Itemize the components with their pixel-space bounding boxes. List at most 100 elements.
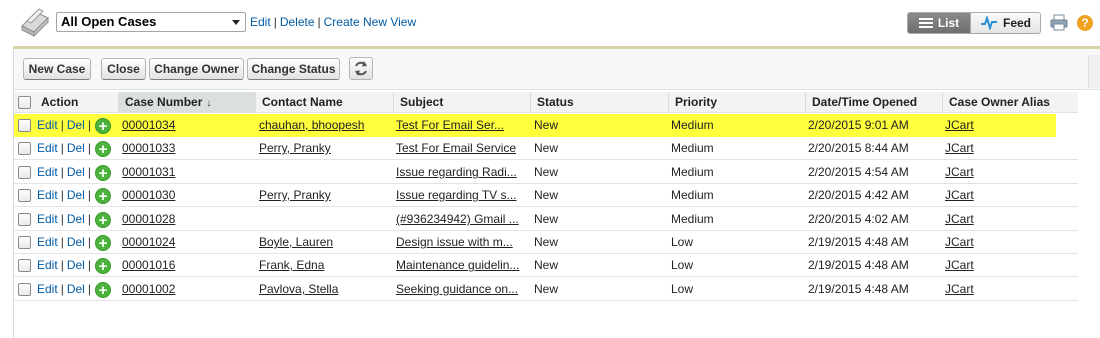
row-checkbox[interactable] bbox=[18, 142, 31, 155]
column-header-subject[interactable]: Subject bbox=[393, 92, 530, 113]
table-row: Edit | Del | +00001030 Perry, Pranky Issue reg… bbox=[14, 184, 1078, 207]
delete-view-link[interactable]: Delete bbox=[280, 15, 315, 29]
case-number-link[interactable]: 00001030 bbox=[122, 188, 175, 202]
add-plus-icon[interactable]: + bbox=[94, 187, 111, 204]
contact-name-link[interactable]: chauhan, bhoopesh bbox=[259, 118, 364, 132]
refresh-button[interactable] bbox=[349, 57, 373, 80]
change-status-button[interactable]: Change Status bbox=[247, 58, 340, 80]
row-edit-link[interactable]: Edit bbox=[37, 212, 58, 226]
row-edit-link[interactable]: Edit bbox=[37, 118, 58, 132]
owner-alias-link[interactable]: JCart bbox=[945, 282, 974, 296]
row-checkbox[interactable] bbox=[18, 189, 31, 202]
contact-name-link[interactable]: Pavlova, Stella bbox=[259, 282, 338, 296]
row-del-link[interactable]: Del bbox=[67, 212, 85, 226]
subject-link[interactable]: Maintenance guidelin... bbox=[396, 258, 519, 272]
row-edit-link[interactable]: Edit bbox=[37, 141, 58, 155]
cell-case-number: 00001033 bbox=[122, 137, 257, 160]
row-edit-link[interactable]: Edit bbox=[37, 188, 58, 202]
row-del-link[interactable]: Del bbox=[67, 258, 85, 272]
add-plus-icon[interactable]: + bbox=[94, 164, 111, 181]
column-header-priority[interactable]: Priority bbox=[668, 92, 805, 113]
cell-contact-name bbox=[259, 161, 394, 184]
add-plus-icon[interactable]: + bbox=[94, 117, 111, 134]
help-icon[interactable]: ? bbox=[1077, 15, 1093, 31]
case-number-link[interactable]: 00001024 bbox=[122, 235, 175, 249]
column-header-date-opened[interactable]: Date/Time Opened bbox=[805, 92, 942, 113]
row-edit-link[interactable]: Edit bbox=[37, 235, 58, 249]
edit-view-link[interactable]: Edit bbox=[250, 15, 271, 29]
add-plus-icon[interactable]: + bbox=[94, 211, 111, 228]
contact-name-link[interactable]: Perry, Pranky bbox=[259, 141, 331, 155]
view-select[interactable]: All Open Cases bbox=[56, 12, 246, 32]
cell-date-opened: 2/20/2015 4:42 AM bbox=[808, 188, 909, 202]
row-del-link[interactable]: Del bbox=[67, 282, 85, 296]
contact-name-link[interactable]: Boyle, Lauren bbox=[259, 235, 333, 249]
row-checkbox[interactable] bbox=[18, 166, 31, 179]
case-number-link[interactable]: 00001034 bbox=[122, 118, 175, 132]
row-edit-link[interactable]: Edit bbox=[37, 258, 58, 272]
cell-subject: Design issue with m... bbox=[396, 231, 531, 254]
case-number-link[interactable]: 00001031 bbox=[122, 165, 175, 179]
sort-descending-icon: ↓ bbox=[206, 98, 212, 109]
row-actions: Edit | Del | + bbox=[37, 231, 132, 254]
row-checkbox[interactable] bbox=[18, 236, 31, 249]
cell-contact-name: Pavlova, Stella bbox=[259, 278, 394, 301]
row-actions: Edit | Del | + bbox=[37, 208, 132, 231]
subject-link[interactable]: Design issue with m... bbox=[396, 235, 513, 249]
row-edit-link[interactable]: Edit bbox=[37, 282, 58, 296]
cell-date-opened: 2/20/2015 4:54 AM bbox=[808, 165, 909, 179]
row-edit-link[interactable]: Edit bbox=[37, 165, 58, 179]
owner-alias-link[interactable]: JCart bbox=[945, 258, 974, 272]
row-del-link[interactable]: Del bbox=[67, 165, 85, 179]
feed-toggle-button[interactable]: Feed bbox=[970, 13, 1040, 33]
create-new-view-link[interactable]: Create New View bbox=[324, 15, 416, 29]
cell-case-number: 00001028 bbox=[122, 208, 257, 231]
subject-link[interactable]: (#936234942) Gmail ... bbox=[396, 212, 519, 226]
close-button[interactable]: Close bbox=[101, 58, 146, 80]
row-del-link[interactable]: Del bbox=[67, 188, 85, 202]
cell-date-opened: 2/20/2015 4:02 AM bbox=[808, 212, 909, 226]
cell-case-number: 00001030 bbox=[122, 184, 257, 207]
case-number-link[interactable]: 00001033 bbox=[122, 141, 175, 155]
cell-status: New bbox=[534, 165, 559, 179]
row-del-link[interactable]: Del bbox=[67, 235, 85, 249]
owner-alias-link[interactable]: JCart bbox=[945, 118, 974, 132]
print-icon[interactable] bbox=[1050, 14, 1068, 31]
subject-link[interactable]: Issue regarding Radi... bbox=[396, 165, 517, 179]
add-plus-icon[interactable]: + bbox=[94, 140, 111, 157]
column-header-case-number[interactable]: Case Number ↓ bbox=[118, 92, 255, 113]
add-plus-icon[interactable]: + bbox=[94, 234, 111, 251]
new-case-button[interactable]: New Case bbox=[23, 58, 91, 80]
subject-link[interactable]: Seeking guidance on... bbox=[396, 282, 518, 296]
row-checkbox[interactable] bbox=[18, 283, 31, 296]
case-number-link[interactable]: 00001028 bbox=[122, 212, 175, 226]
row-del-link[interactable]: Del bbox=[67, 118, 85, 132]
subject-link[interactable]: Issue regarding TV s... bbox=[396, 188, 517, 202]
column-header-case-owner-alias[interactable]: Case Owner Alias bbox=[942, 92, 1078, 113]
subject-link[interactable]: Test For Email Ser... bbox=[396, 118, 504, 132]
owner-alias-link[interactable]: JCart bbox=[945, 188, 974, 202]
owner-alias-link[interactable]: JCart bbox=[945, 141, 974, 155]
row-del-link[interactable]: Del bbox=[67, 141, 85, 155]
column-header-status[interactable]: Status bbox=[530, 92, 668, 113]
contact-name-link[interactable]: Perry, Pranky bbox=[259, 188, 331, 202]
list-toggle-button[interactable]: List bbox=[908, 13, 970, 33]
case-number-link[interactable]: 00001016 bbox=[122, 258, 175, 272]
contact-name-link[interactable]: Frank, Edna bbox=[259, 258, 324, 272]
column-header-action: Action bbox=[41, 95, 79, 109]
row-checkbox[interactable] bbox=[18, 259, 31, 272]
add-plus-icon[interactable]: + bbox=[94, 257, 111, 274]
subject-link[interactable]: Test For Email Service bbox=[396, 141, 516, 155]
owner-alias-link[interactable]: JCart bbox=[945, 235, 974, 249]
cell-date-opened: 2/19/2015 4:48 AM bbox=[808, 258, 909, 272]
owner-alias-link[interactable]: JCart bbox=[945, 212, 974, 226]
column-header-contact-name[interactable]: Contact Name bbox=[255, 92, 393, 113]
owner-alias-link[interactable]: JCart bbox=[945, 165, 974, 179]
select-all-checkbox[interactable] bbox=[18, 96, 31, 109]
change-owner-button[interactable]: Change Owner bbox=[149, 58, 244, 80]
row-checkbox[interactable] bbox=[18, 213, 31, 226]
add-plus-icon[interactable]: + bbox=[94, 281, 111, 298]
row-checkbox[interactable] bbox=[18, 119, 31, 132]
case-number-link[interactable]: 00001002 bbox=[122, 282, 175, 296]
toolbar-scrollbar[interactable] bbox=[1088, 55, 1100, 88]
